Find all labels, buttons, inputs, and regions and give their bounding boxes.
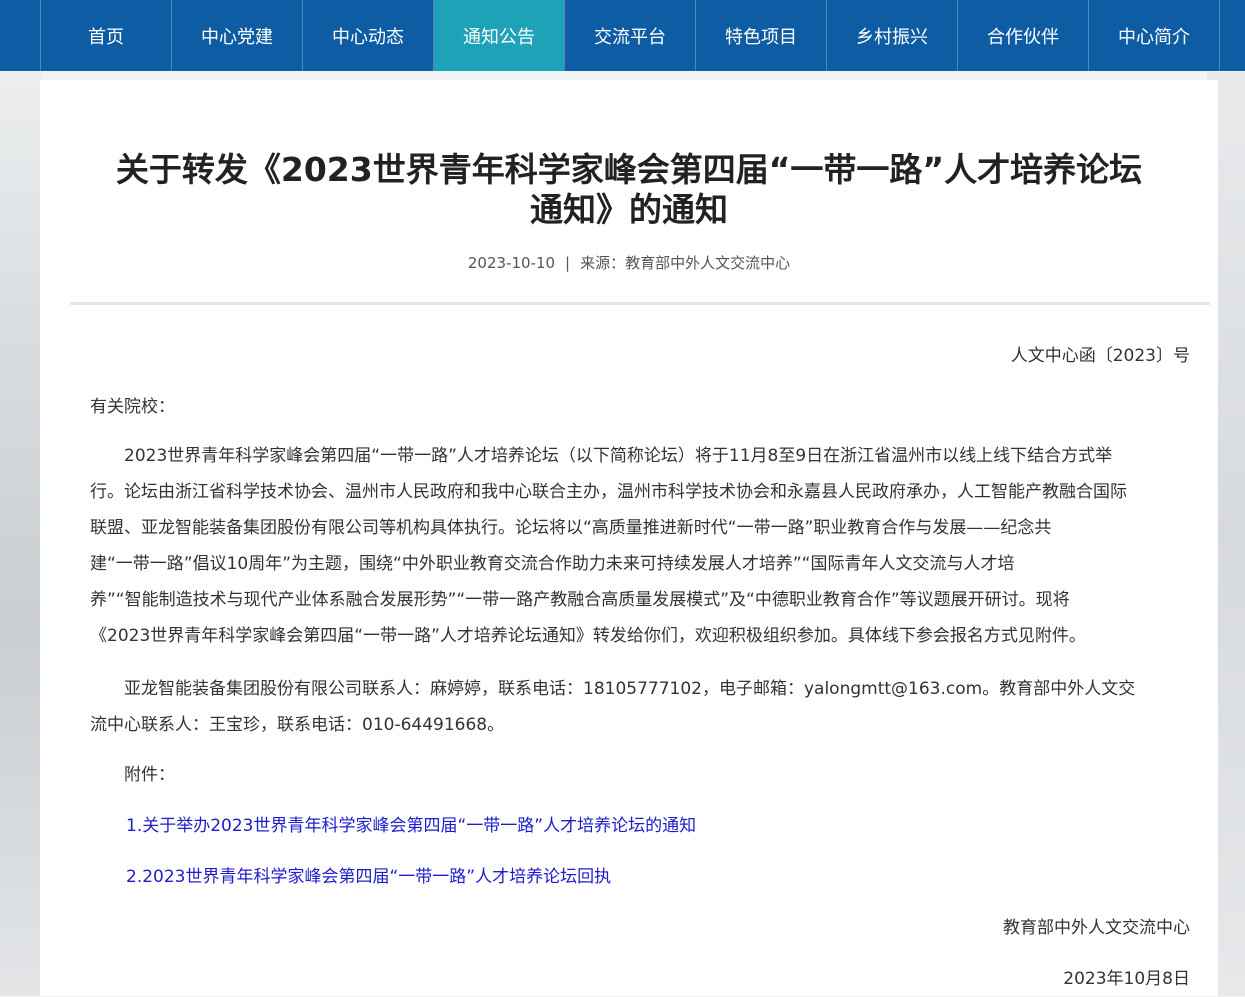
nav-item-rural-revitalization[interactable]: 乡村振兴: [827, 0, 958, 71]
document-number: 人文中心函〔2023〕号: [1010, 346, 1190, 366]
paragraph-line: 行。论坛由浙江省科学技术协会、温州市人民政府和我中心联合主办，温州市科学技术协会…: [90, 482, 1127, 502]
title-line-2: 通知》的通知: [530, 190, 728, 229]
nav-item-party-building[interactable]: 中心党建: [172, 0, 303, 71]
nav-item-exchange-platform[interactable]: 交流平台: [565, 0, 696, 71]
signature-date: 2023年10月8日: [1063, 969, 1190, 989]
attachments-label: 附件：: [90, 765, 175, 785]
attachment-link-2[interactable]: 2.2023世界青年科学家峰会第四届“一带一路”人才培养论坛回执: [126, 859, 611, 895]
background-left-decoration: [0, 72, 42, 996]
paragraph-line: 联盟、亚龙智能装备集团股份有限公司等机构具体执行。论坛将以“高质量推进新时代“一…: [90, 518, 1052, 538]
body-paragraph-2: 亚龙智能装备集团股份有限公司联系人：麻婷婷，联系电话：18105777102，电…: [90, 671, 1200, 743]
title-divider: [70, 302, 1210, 305]
body-paragraph-1: 2023世界青年科学家峰会第四届“一带一路”人才培养论坛（以下简称论坛）将于11…: [90, 438, 1200, 654]
paragraph-line: 2023世界青年科学家峰会第四届“一带一路”人才培养论坛（以下简称论坛）将于11…: [90, 446, 1113, 466]
publish-date: 2023-10-10: [467, 254, 556, 272]
title-line-1: 关于转发《2023世界青年科学家峰会第四届“一带一路”人才培养论坛: [115, 150, 1143, 189]
paragraph-line: 流中心联系人：王宝珍，联系电话：010-64491668。: [90, 715, 505, 735]
nav-item-partners[interactable]: 合作伙伴: [958, 0, 1089, 71]
nav-item-about[interactable]: 中心简介: [1089, 0, 1220, 71]
paragraph-line: 养”“智能制造技术与现代产业体系融合发展形势”“一带一路产教融合高质量发展模式”…: [90, 590, 1070, 610]
paragraph-line: 《2023世界青年科学家峰会第四届“一带一路”人才培养论坛通知》转发给你们，欢迎…: [90, 626, 1086, 646]
paragraph-line: 亚龙智能装备集团股份有限公司联系人：麻婷婷，联系电话：18105777102，电…: [90, 679, 1136, 699]
nav-item-notices[interactable]: 通知公告: [434, 0, 565, 71]
page-title: 关于转发《2023世界青年科学家峰会第四届“一带一路”人才培养论坛 通知》的通知: [60, 150, 1198, 230]
nav-item-featured-projects[interactable]: 特色项目: [696, 0, 827, 71]
top-navigation: 首页 中心党建 中心动态 通知公告 交流平台 特色项目 乡村振兴 合作伙伴 中心…: [0, 0, 1245, 71]
paragraph-line: 建“一带一路”倡议10周年”为主题，围绕“中外职业教育交流合作助力未来可持续发展…: [90, 554, 1015, 574]
article-meta: 2023-10-10 | 来源：教育部中外人文交流中心: [40, 252, 1218, 273]
attachment-link-1[interactable]: 1.关于举办2023世界青年科学家峰会第四届“一带一路”人才培养论坛的通知: [126, 808, 696, 844]
meta-separator: |: [565, 254, 571, 272]
signature: 教育部中外人文交流中心: [1003, 918, 1190, 938]
nav-item-news[interactable]: 中心动态: [303, 0, 434, 71]
article-source: 来源：教育部中外人文交流中心: [580, 254, 791, 272]
article-container: 关于转发《2023世界青年科学家峰会第四届“一带一路”人才培养论坛 通知》的通知…: [40, 80, 1218, 996]
salutation: 有关院校：: [90, 397, 175, 417]
nav-item-home[interactable]: 首页: [41, 0, 172, 71]
nav-leading-spacer: [0, 0, 41, 71]
